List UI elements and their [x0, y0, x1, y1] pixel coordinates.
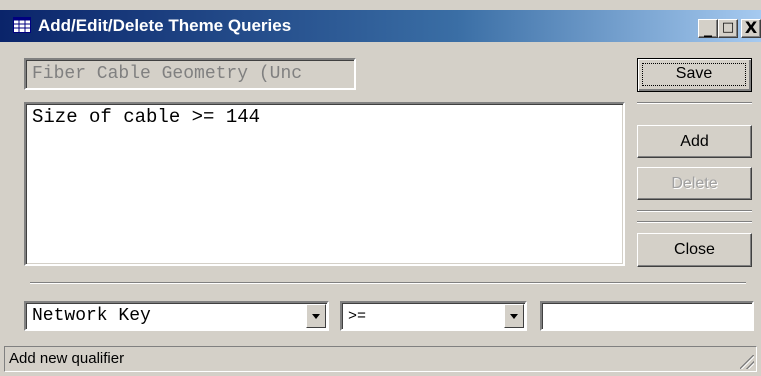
operator-combo-value: >=	[348, 308, 367, 325]
resize-grip-icon[interactable]	[740, 355, 754, 369]
theme-name-field[interactable]: Fiber Cable Geometry (Unc	[24, 58, 356, 90]
operator-combo[interactable]: >=	[340, 301, 527, 331]
field-combo-value: Network Key	[32, 306, 151, 326]
maximize-button[interactable]: □	[718, 19, 738, 38]
status-text: Add new qualifier	[9, 350, 125, 367]
qualifier-value-input[interactable]	[540, 301, 754, 331]
table-icon	[13, 17, 31, 33]
add-button[interactable]: Add	[637, 125, 752, 158]
query-text-area[interactable]: Size of cable >= 144	[24, 102, 625, 266]
save-button[interactable]: Save	[637, 58, 752, 92]
title-bar[interactable]: Add/Edit/Delete Theme Queries _ □ X	[0, 10, 761, 42]
button-separator	[637, 221, 752, 223]
theme-queries-dialog: Add/Edit/Delete Theme Queries _ □ X Fibe…	[0, 0, 761, 376]
window-title: Add/Edit/Delete Theme Queries	[38, 16, 292, 35]
delete-button[interactable]: Delete	[637, 167, 752, 200]
chevron-down-icon[interactable]	[306, 304, 326, 328]
close-button[interactable]: Close	[637, 233, 752, 267]
close-window-button[interactable]: X	[741, 19, 761, 38]
minimize-button[interactable]: _	[698, 19, 718, 38]
section-separator	[30, 282, 746, 284]
field-combo[interactable]: Network Key	[24, 301, 329, 331]
button-separator	[637, 102, 752, 104]
status-bar: Add new qualifier	[4, 346, 757, 372]
button-separator	[637, 210, 752, 212]
chevron-down-icon[interactable]	[504, 304, 524, 328]
save-button-label: Save	[642, 63, 746, 86]
